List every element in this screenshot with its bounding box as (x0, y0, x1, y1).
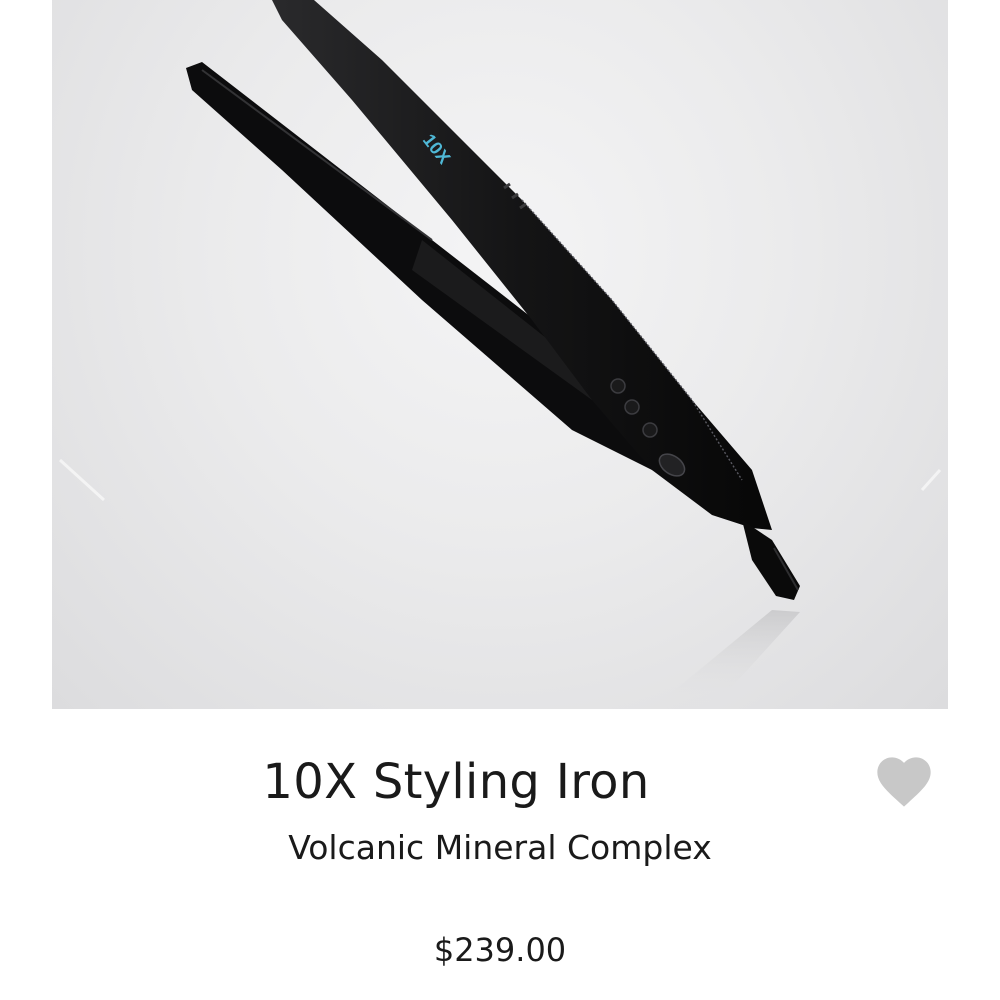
product-subtitle: Volcanic Mineral Complex (288, 828, 712, 867)
product-price: $239.00 (433, 931, 567, 969)
heart-icon (877, 757, 931, 807)
product-image[interactable]: 10X (52, 0, 948, 709)
product-title[interactable]: 10X Styling Iron (0, 752, 912, 812)
flat-iron-illustration: 10X (58, 0, 942, 709)
favorite-button[interactable] (872, 752, 936, 808)
